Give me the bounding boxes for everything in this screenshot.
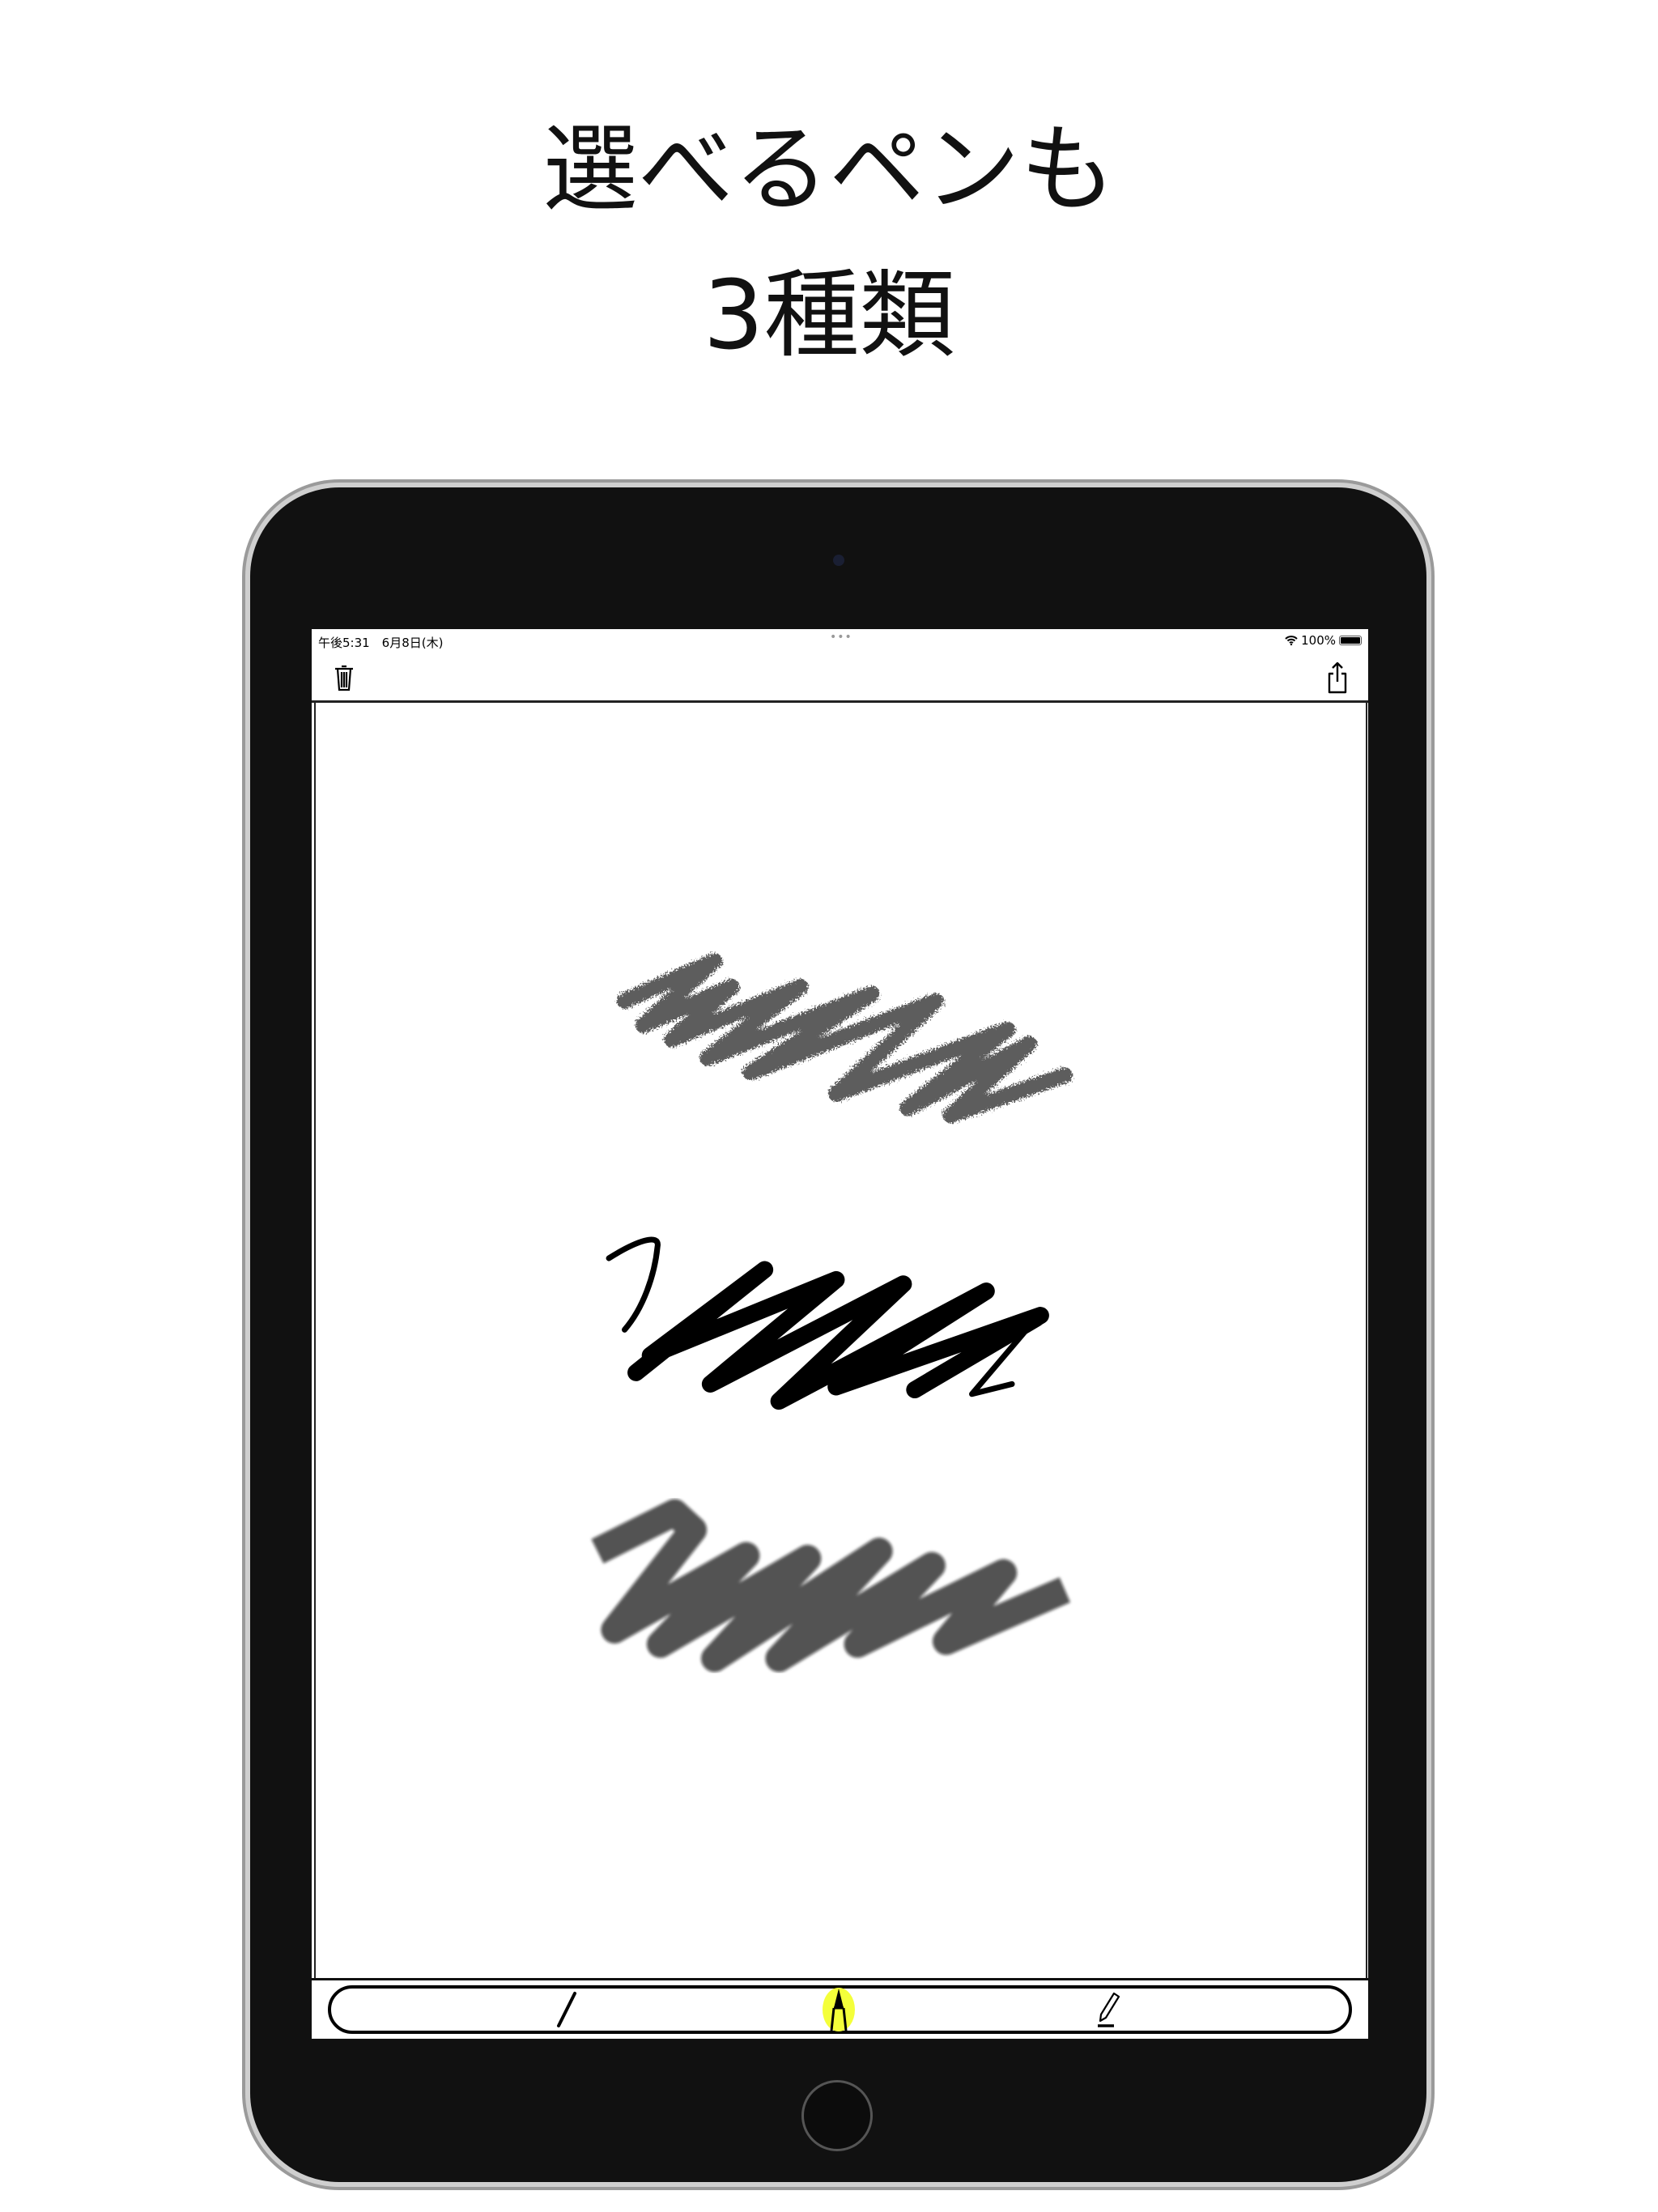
drawing-canvas[interactable] bbox=[314, 703, 1367, 1978]
tool-pen[interactable] bbox=[546, 1987, 587, 2032]
home-button[interactable] bbox=[801, 2080, 873, 2151]
share-icon bbox=[1328, 661, 1347, 694]
wifi-icon bbox=[1285, 636, 1298, 645]
battery-percent: 100% bbox=[1301, 633, 1336, 648]
pen-toolbar bbox=[312, 1978, 1368, 2039]
trash-icon bbox=[335, 665, 353, 691]
headline-line1: 選べるペンも bbox=[542, 113, 1116, 225]
multitasking-dots[interactable]: ••• bbox=[830, 631, 852, 644]
status-time-date: 午後5:31 6月8日(木) bbox=[318, 636, 444, 650]
app-screen: 午後5:31 6月8日(木) ••• 100% bbox=[312, 629, 1368, 2039]
marker-icon bbox=[823, 1988, 855, 2031]
pencil-icon bbox=[1098, 1992, 1120, 2027]
pen-icon bbox=[557, 1992, 576, 2027]
status-right: 100% bbox=[1285, 633, 1362, 648]
headline-line2: 3種類 bbox=[703, 259, 955, 371]
status-bar: 午後5:31 6月8日(木) ••• 100% bbox=[312, 629, 1368, 652]
battery-icon bbox=[1339, 636, 1362, 645]
tool-marker[interactable] bbox=[818, 1987, 859, 2032]
share-button[interactable] bbox=[1321, 660, 1354, 696]
tool-pencil[interactable] bbox=[1089, 1987, 1129, 2032]
camera-icon bbox=[833, 555, 844, 566]
navigation-bar bbox=[312, 652, 1368, 703]
trash-button[interactable] bbox=[328, 660, 360, 696]
